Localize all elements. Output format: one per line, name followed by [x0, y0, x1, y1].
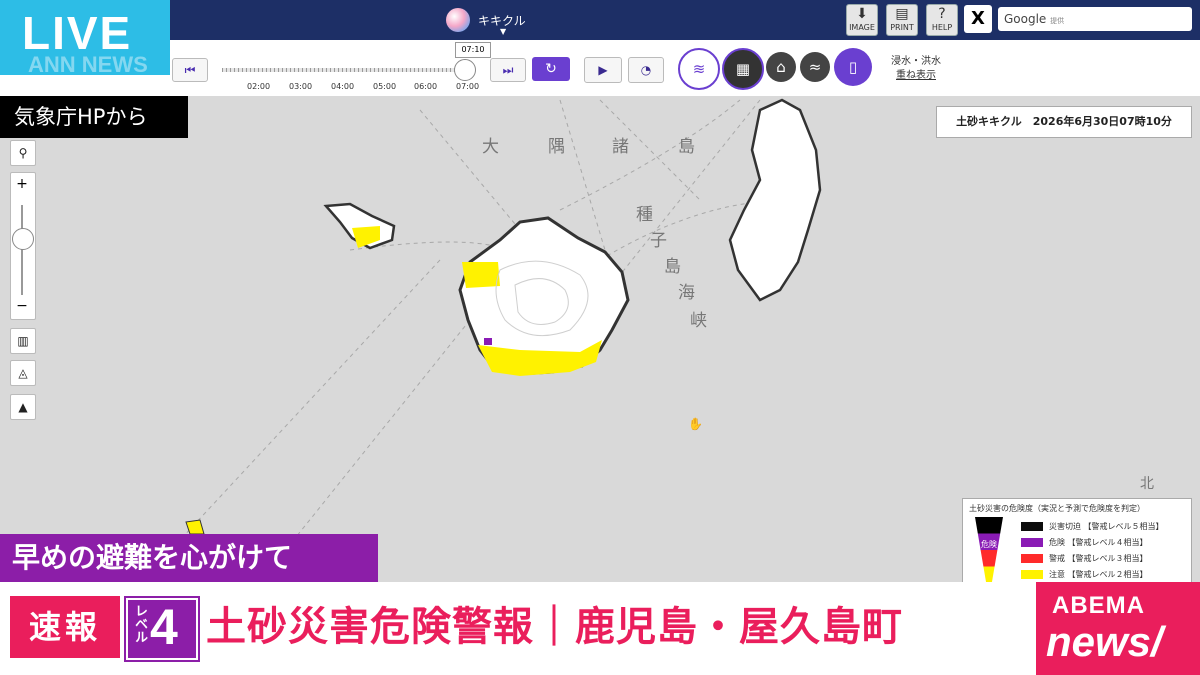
- legend-cone-label: 危険: [981, 540, 997, 549]
- legend-title: 土砂災害の危険度（実況と予測で危険度を判定）: [969, 504, 1145, 513]
- live-badge-text: LIVE: [22, 7, 133, 59]
- last-frame-button[interactable]: ⏭: [490, 58, 526, 82]
- zoom-out-button[interactable]: −: [10, 294, 34, 318]
- landslide-icon: ▦: [735, 60, 751, 78]
- map-icon: ▥: [17, 334, 29, 348]
- layer-river-button[interactable]: ≈: [800, 52, 830, 82]
- strait-label: 種: [636, 205, 653, 225]
- wave-icon: ≋: [692, 60, 706, 78]
- layer-map-button[interactable]: ▯: [834, 48, 872, 86]
- map-time-caption: 土砂キキクル 2026年6月30日07時10分: [936, 106, 1192, 138]
- strait-label: 海: [678, 283, 695, 303]
- advice-banner: 早めの避難を心がけて: [0, 534, 378, 582]
- location-pin-icon: ⚲: [18, 146, 28, 160]
- zoom-track[interactable]: [21, 205, 23, 295]
- timeline-tick: 02:00: [247, 82, 271, 91]
- abema-logo-top: ABEMA: [1052, 592, 1145, 619]
- legend-row: 注意 【警戒レベル２相当】: [1021, 569, 1148, 580]
- danger-cell: [484, 338, 492, 345]
- zoom-slider-handle[interactable]: [12, 228, 34, 250]
- sea-label: 諸: [612, 137, 629, 157]
- water-drop-icon: ◬: [18, 366, 28, 380]
- timeline-slider-handle[interactable]: [453, 59, 476, 81]
- x-share-button[interactable]: X: [964, 5, 992, 33]
- layer-flood-button[interactable]: ≋: [678, 48, 720, 90]
- play-button[interactable]: ▶: [584, 57, 622, 83]
- sea-label: 島: [678, 137, 695, 157]
- current-time-readout: 07:10: [455, 42, 491, 58]
- warning-area-west: [462, 262, 500, 288]
- speedometer-icon: ◔: [640, 63, 652, 77]
- timeline-tick: 03:00: [289, 82, 313, 91]
- level-badge-word: レベル: [132, 604, 147, 643]
- overlay-toggle[interactable]: 浸水・洪水 重ね表示: [888, 55, 944, 83]
- refresh-icon: ↻: [545, 61, 557, 77]
- headline: 土砂災害危険警報｜鹿児島・屋久島町: [206, 604, 903, 650]
- location-button[interactable]: ⚲: [10, 140, 36, 166]
- river-icon: ≈: [808, 58, 822, 76]
- breaking-badge: 速報: [10, 596, 120, 658]
- north-label: 北: [1140, 476, 1154, 492]
- first-frame-button[interactable]: ⏮: [172, 58, 208, 82]
- timeline-tick: 07:00: [456, 82, 480, 91]
- sea-label: 隅: [548, 137, 565, 157]
- timeline-tick: 05:00: [373, 82, 397, 91]
- source-label: 気象庁HPから: [0, 96, 188, 138]
- sea-label: 大: [482, 137, 499, 157]
- chevron-down-icon[interactable]: ▼: [500, 27, 506, 36]
- help-icon: ?: [938, 6, 946, 22]
- layer-landslide-button[interactable]: ▦: [722, 48, 764, 90]
- speed-button[interactable]: ◔: [628, 57, 664, 83]
- legend-row: 危険 【警戒レベル４相当】: [1021, 537, 1148, 548]
- house-icon: ⌂: [776, 58, 786, 76]
- mountain-icon: ▲: [18, 400, 28, 414]
- terrain-layer-button[interactable]: ▲: [10, 394, 36, 420]
- refresh-button[interactable]: ↻: [532, 57, 570, 81]
- water-layer-button[interactable]: ◬: [10, 360, 36, 386]
- zoom-in-button[interactable]: +: [10, 172, 34, 196]
- google-search-box[interactable]: Google 提供: [998, 7, 1192, 31]
- risk-legend: 土砂災害の危険度（実況と予測で危険度を判定） 危険 災害切迫 【警戒レベル５相当…: [962, 498, 1192, 586]
- timeline-tick: 04:00: [331, 82, 355, 91]
- kikikuru-logo-icon[interactable]: [446, 8, 470, 32]
- timeline-tick: 06:00: [414, 82, 438, 91]
- image-download-button[interactable]: ⬇ IMAGE: [846, 4, 878, 36]
- printer-icon: ▤: [895, 6, 909, 22]
- strait-label: 子: [650, 231, 667, 251]
- abema-logo-bottom: news/: [1046, 618, 1163, 665]
- play-icon: ▶: [598, 63, 608, 77]
- map-icon: ▯: [848, 58, 858, 76]
- legend-cone: [975, 517, 1003, 583]
- hand-cursor-icon: ✋: [688, 417, 703, 431]
- legend-row: 災害切迫 【警戒レベル５相当】: [1021, 521, 1164, 532]
- strait-label: 島: [664, 257, 681, 277]
- layer-inundation-button[interactable]: ⌂: [766, 52, 796, 82]
- print-button[interactable]: ▤ PRINT: [886, 4, 918, 36]
- strait-label: 峡: [690, 311, 707, 331]
- level-badge-number: 4: [150, 599, 178, 655]
- basemap-button[interactable]: ▥: [10, 328, 36, 354]
- timeline-slider[interactable]: [222, 68, 472, 72]
- legend-row: 警戒 【警戒レベル３相当】: [1021, 553, 1148, 564]
- download-icon: ⬇: [856, 6, 868, 22]
- help-button[interactable]: ? HELP: [926, 4, 958, 36]
